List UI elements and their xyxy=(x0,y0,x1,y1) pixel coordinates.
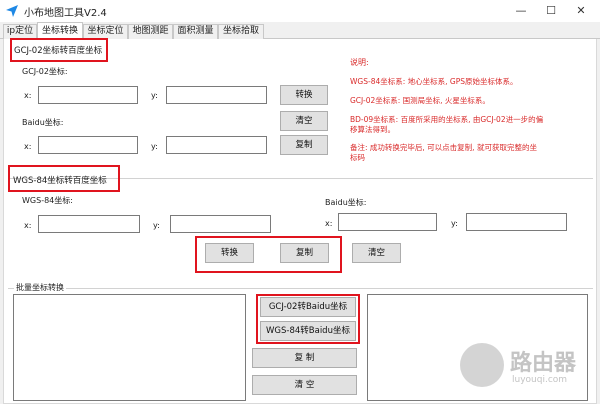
tab-ip-locate[interactable]: ip定位 xyxy=(3,24,37,39)
tab-area-measure[interactable]: 面积测量 xyxy=(173,24,218,39)
wgs-baidu-label: Baidu坐标: xyxy=(325,198,367,207)
tab-coord-locate[interactable]: 坐标定位 xyxy=(83,24,128,39)
wgs-baidu-y-label: y: xyxy=(451,219,458,228)
batch-gcj-convert-button[interactable]: GCJ-02转Baidu坐标 xyxy=(260,297,356,317)
watermark-logo-icon xyxy=(460,343,504,387)
batch-section-title: 批量坐标转换 xyxy=(14,282,66,293)
gcj-x-input[interactable] xyxy=(38,86,138,104)
batch-copy-button[interactable]: 复 制 xyxy=(252,348,357,368)
gcj-baidu-x-label: x: xyxy=(24,142,32,151)
wgs-clear-button[interactable]: 清空 xyxy=(352,243,401,263)
notes-line-bd-cont: 移算法得到。 xyxy=(350,125,395,134)
wgs-y-input[interactable] xyxy=(170,215,271,233)
tab-strip: ip定位 坐标转换 坐标定位 地图测距 面积测量 坐标拾取 xyxy=(0,22,600,40)
batch-wgs-convert-button[interactable]: WGS-84转Baidu坐标 xyxy=(260,321,356,341)
close-button[interactable]: ✕ xyxy=(566,0,596,22)
title-bar: 小布地图工具V2.4 — ☐ ✕ xyxy=(0,0,600,22)
minimize-button[interactable]: — xyxy=(506,0,536,22)
gcj-baidu-y-input[interactable] xyxy=(166,136,267,154)
wgs-baidu-y-input[interactable] xyxy=(466,213,567,231)
wgs-coord-label: WGS-84坐标: xyxy=(22,196,73,205)
gcj-section-title: GCJ-02坐标转百度坐标 xyxy=(14,46,103,56)
wgs-baidu-x-input[interactable] xyxy=(338,213,437,231)
app-navigation-icon xyxy=(6,5,18,17)
watermark-text: 路由器 xyxy=(510,351,577,376)
gcj-baidu-y-label: y: xyxy=(151,142,158,151)
batch-clear-button[interactable]: 清 空 xyxy=(252,375,357,395)
watermark-subtext: luyouqi.com xyxy=(512,375,568,385)
gcj-convert-button[interactable]: 转换 xyxy=(280,85,328,105)
gcj-baidu-label: Baidu坐标: xyxy=(22,118,64,127)
gcj-x-label: x: xyxy=(24,91,32,100)
batch-input-textarea[interactable] xyxy=(13,294,246,401)
wgs-convert-button[interactable]: 转换 xyxy=(205,243,254,263)
wgs-x-label: x: xyxy=(24,221,32,230)
notes-line-wgs: WGS-84坐标系: 地心坐标系, GPS原始坐标体系。 xyxy=(350,77,518,86)
notes-line-gcj: GCJ-02坐标系: 国测局坐标, 火星坐标系。 xyxy=(350,96,490,105)
wgs-copy-button[interactable]: 复制 xyxy=(280,243,329,263)
wgs-section-title: WGS-84坐标转百度坐标 xyxy=(13,176,107,186)
gcj-y-label: y: xyxy=(151,91,158,100)
maximize-button[interactable]: ☐ xyxy=(536,0,566,22)
notes-line-remark-cont: 标码 xyxy=(350,153,365,162)
app-window: 小布地图工具V2.4 — ☐ ✕ ip定位 坐标转换 坐标定位 地图测距 面积测… xyxy=(0,0,600,404)
tab-map-distance[interactable]: 地图测距 xyxy=(128,24,173,39)
gcj-baidu-x-input[interactable] xyxy=(38,136,138,154)
wgs-y-label: y: xyxy=(153,221,160,230)
wgs-x-input[interactable] xyxy=(38,215,140,233)
gcj-coord-label: GCJ-02坐标: xyxy=(22,67,68,76)
notes-heading: 说明: xyxy=(350,58,369,67)
wgs-baidu-x-label: x: xyxy=(325,219,333,228)
batch-divider xyxy=(8,288,593,289)
tab-coord-pick[interactable]: 坐标拾取 xyxy=(218,24,264,39)
gcj-copy-button[interactable]: 复制 xyxy=(280,135,328,155)
gcj-y-input[interactable] xyxy=(166,86,267,104)
gcj-clear-button[interactable]: 清空 xyxy=(280,111,328,131)
notes-line-remark: 备注: 成功转换完毕后, 可以点击复制, 就可获取完整的坐 xyxy=(350,143,537,152)
window-title: 小布地图工具V2.4 xyxy=(24,8,107,19)
